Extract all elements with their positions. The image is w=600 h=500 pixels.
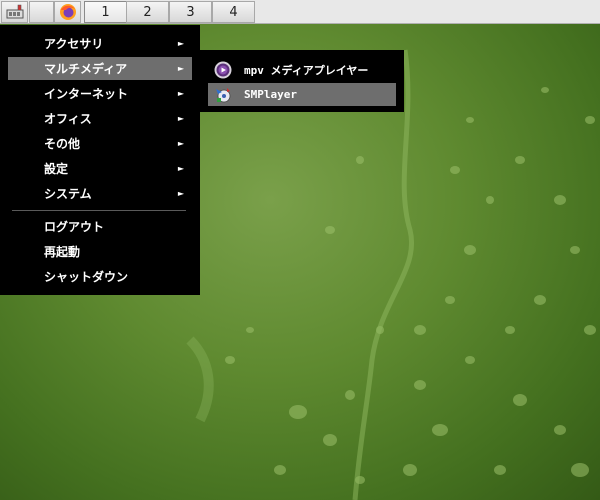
menu-item-label: ログアウト — [44, 220, 105, 234]
taskbar: 1 2 3 4 — [0, 0, 600, 24]
menu-item-reboot[interactable]: 再起動 — [8, 240, 192, 263]
smplayer-icon — [216, 88, 231, 103]
menu-item-label: アクセサリ — [44, 37, 104, 51]
submenu-item-label: SMPlayer — [244, 88, 297, 101]
menu-item-label: マルチメディア — [44, 62, 128, 76]
workspace-1-button[interactable]: 1 — [84, 1, 127, 23]
mpv-icon — [214, 61, 232, 79]
workspace-3-button[interactable]: 3 — [169, 1, 212, 23]
submenu-arrow-icon: ► — [177, 164, 184, 173]
submenu-item-smplayer[interactable]: SMPlayer — [208, 83, 396, 106]
menu-item-shutdown[interactable]: シャットダウン — [8, 265, 192, 288]
submenu-arrow-icon: ► — [177, 139, 184, 148]
workspace-4-button[interactable]: 4 — [212, 1, 255, 23]
menu-item-internet[interactable]: インターネット ► — [8, 82, 192, 105]
multimedia-submenu: mpv メディアプレイヤー SMPlayer — [200, 50, 404, 112]
app-menu-button[interactable] — [1, 1, 28, 23]
firefox-launcher-button[interactable] — [54, 1, 81, 23]
submenu-arrow-icon: ► — [177, 64, 184, 73]
menu-item-label: システム — [44, 187, 92, 201]
menu-item-multimedia[interactable]: マルチメディア ► — [8, 57, 192, 80]
menu-item-label: シャットダウン — [44, 270, 129, 284]
workspace-2-button[interactable]: 2 — [126, 1, 169, 23]
menu-item-label: インターネット — [44, 87, 129, 101]
workspace-label: 1 — [101, 4, 110, 20]
menu-separator — [12, 210, 186, 211]
submenu-arrow-icon: ► — [177, 114, 184, 123]
menu-item-label: 再起動 — [44, 245, 81, 259]
menu-item-accessories[interactable]: アクセサリ ► — [8, 32, 192, 55]
menu-item-label: その他 — [44, 137, 81, 151]
menu-item-office[interactable]: オフィス ► — [8, 107, 192, 130]
menu-item-other[interactable]: その他 ► — [8, 132, 192, 155]
app-menu-icon — [6, 4, 23, 19]
show-desktop-button[interactable] — [29, 1, 54, 23]
workspace-label: 3 — [186, 4, 195, 20]
submenu-item-label: mpv メディアプレイヤー — [244, 63, 369, 77]
firefox-icon — [59, 4, 76, 20]
submenu-arrow-icon: ► — [177, 39, 184, 48]
application-menu: アクセサリ ► マルチメディア ► インターネット ► オフィス ► その他 ►… — [0, 25, 200, 295]
submenu-item-mpv[interactable]: mpv メディアプレイヤー — [208, 58, 396, 81]
submenu-arrow-icon: ► — [177, 89, 184, 98]
submenu-arrow-icon: ► — [177, 189, 184, 198]
menu-item-settings[interactable]: 設定 ► — [8, 157, 192, 180]
menu-item-system[interactable]: システム ► — [8, 182, 192, 205]
menu-item-label: オフィス — [44, 112, 92, 126]
menu-item-label: 設定 — [44, 162, 69, 176]
workspace-label: 2 — [143, 4, 152, 20]
menu-item-logout[interactable]: ログアウト — [8, 215, 192, 238]
workspace-label: 4 — [229, 4, 238, 20]
